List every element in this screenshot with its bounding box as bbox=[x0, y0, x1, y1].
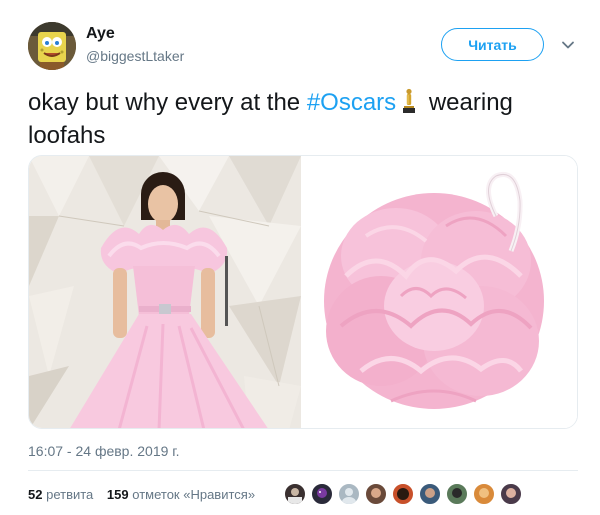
user-avatar-icon bbox=[371, 488, 381, 498]
divider bbox=[28, 470, 578, 471]
oscar-trophy-icon bbox=[403, 88, 416, 113]
tweet-timestamp[interactable]: 16:07 - 24 февр. 2019 г. bbox=[28, 443, 180, 459]
liker-avatar[interactable] bbox=[310, 482, 334, 506]
avatar[interactable] bbox=[28, 22, 76, 70]
liker-avatar[interactable] bbox=[472, 482, 496, 506]
default-avatar-icon bbox=[342, 488, 356, 504]
likers-avatars bbox=[283, 482, 526, 506]
liker-avatar[interactable] bbox=[499, 482, 523, 506]
user-avatar-icon bbox=[479, 488, 489, 498]
follow-button[interactable]: Читать bbox=[441, 28, 544, 61]
display-name[interactable]: Aye bbox=[86, 25, 115, 43]
pink-gown-photo[interactable] bbox=[29, 156, 301, 428]
user-avatar-icon bbox=[288, 488, 302, 504]
user-avatar-icon bbox=[317, 488, 327, 498]
liker-avatar[interactable] bbox=[364, 482, 388, 506]
pink-loofah-image bbox=[306, 156, 577, 428]
liker-avatar[interactable] bbox=[445, 482, 469, 506]
user-avatar-icon bbox=[506, 488, 516, 498]
liker-avatar[interactable] bbox=[418, 482, 442, 506]
media-container[interactable] bbox=[28, 155, 578, 429]
spongebob-avatar-icon bbox=[28, 22, 76, 70]
hashtag-link[interactable]: #Oscars bbox=[307, 89, 396, 116]
likes-stat[interactable]: 159 отметок «Нравится» bbox=[107, 487, 255, 502]
user-avatar-icon bbox=[452, 488, 462, 498]
chevron-down-icon[interactable] bbox=[560, 37, 576, 53]
retweets-stat[interactable]: 52 ретвита bbox=[28, 487, 93, 502]
tweet-text-part1: okay but why every at the bbox=[28, 89, 307, 116]
tweet-card: Aye @biggestLtaker Читать okay but why e… bbox=[0, 0, 600, 515]
liker-avatar[interactable] bbox=[391, 482, 415, 506]
tweet-text: okay but why every at the #Oscars wearin… bbox=[28, 86, 588, 152]
retweets-count: 52 bbox=[28, 487, 43, 502]
likes-count: 159 bbox=[106, 487, 129, 502]
user-avatar-icon bbox=[425, 488, 435, 498]
pink-loofah-photo[interactable] bbox=[306, 156, 577, 428]
retweets-label: ретвита bbox=[46, 487, 94, 502]
pink-tulle-gown-image bbox=[29, 156, 301, 428]
liker-avatar[interactable] bbox=[283, 482, 307, 506]
user-avatar-icon bbox=[397, 488, 409, 500]
user-handle[interactable]: @biggestLtaker bbox=[86, 48, 184, 64]
liker-avatar[interactable] bbox=[337, 482, 361, 506]
likes-label: отметок «Нравится» bbox=[132, 487, 256, 502]
tweet-stats: 52 ретвита 159 отметок «Нравится» bbox=[28, 487, 265, 502]
